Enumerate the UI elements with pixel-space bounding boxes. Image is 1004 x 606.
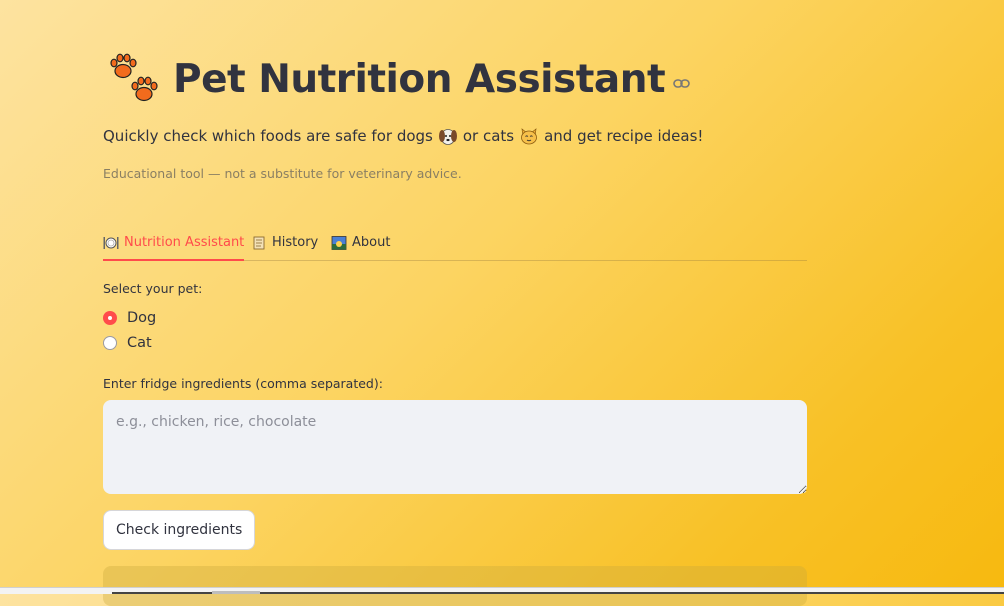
tab-history[interactable]: History — [251, 226, 318, 259]
check-ingredients-button[interactable]: Check ingredients — [103, 510, 256, 550]
sunrise-image-icon — [331, 235, 347, 251]
tab-about[interactable]: About — [331, 226, 390, 259]
radio-dot[interactable] — [103, 336, 117, 350]
radio-label-cat: Cat — [127, 335, 152, 351]
link-icon[interactable] — [673, 75, 691, 94]
page-title: Pet Nutrition Assistant — [173, 57, 666, 102]
subtitle: Quickly check which foods are safe for d… — [103, 126, 703, 146]
window-bottom-bar — [0, 587, 1004, 594]
disclaimer-caption: Educational tool — not a substitute for … — [103, 166, 462, 181]
subtitle-text-3: and get recipe ideas! — [544, 127, 704, 145]
tab-bar: Nutrition Assistant History About — [103, 226, 807, 261]
dog-face-icon — [438, 126, 458, 146]
radio-label-dog: Dog — [127, 310, 157, 326]
tab-label: About — [352, 235, 391, 250]
pet-select-label: Select your pet: — [103, 281, 203, 296]
tab-nutrition-assistant[interactable]: Nutrition Assistant — [103, 226, 245, 261]
results-panel — [103, 566, 807, 606]
radio-cat[interactable]: Cat — [103, 335, 152, 351]
tab-label: History — [272, 235, 319, 250]
plate-cutlery-icon — [103, 235, 119, 251]
cat-face-icon — [519, 126, 539, 146]
subtitle-text-2: or cats — [462, 127, 515, 145]
title-row: Pet Nutrition Assistant — [103, 52, 691, 108]
ingredients-label: Enter fridge ingredients (comma separate… — [103, 376, 383, 391]
tab-label: Nutrition Assistant — [124, 235, 245, 250]
radio-dot-selected[interactable] — [103, 311, 117, 325]
radio-dog[interactable]: Dog — [103, 310, 156, 326]
ingredients-input[interactable] — [103, 400, 807, 494]
paw-prints-icon — [103, 52, 159, 108]
subtitle-text-1: Quickly check which foods are safe for d… — [103, 127, 433, 145]
scroll-icon — [251, 235, 267, 251]
